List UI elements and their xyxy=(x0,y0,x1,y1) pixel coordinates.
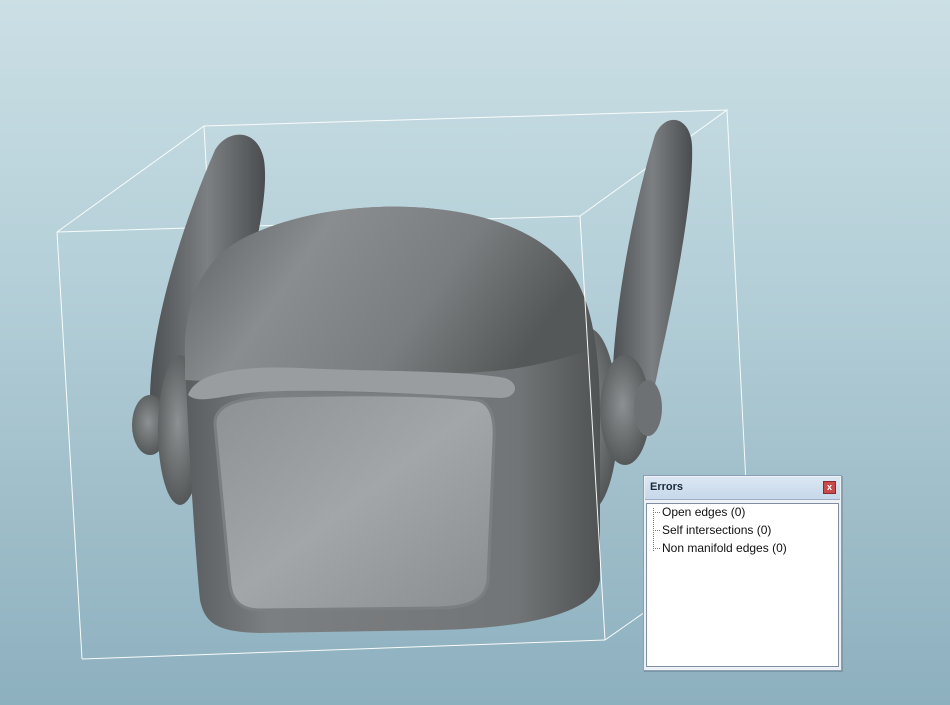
error-item-non-manifold-edges[interactable]: Non manifold edges (0) xyxy=(653,540,787,557)
error-item-self-intersections[interactable]: Self intersections (0) xyxy=(653,522,772,539)
errors-list: Open edges (0) Self intersections (0) No… xyxy=(646,503,839,667)
error-item-label: Self intersections (0) xyxy=(662,523,772,537)
error-item-label: Non manifold edges (0) xyxy=(662,541,787,555)
error-item-label: Open edges (0) xyxy=(662,505,746,519)
errors-titlebar[interactable]: Errors x xyxy=(645,477,840,500)
close-button[interactable]: x xyxy=(823,481,836,494)
error-item-open-edges[interactable]: Open edges (0) xyxy=(653,504,746,521)
errors-title: Errors xyxy=(650,481,684,493)
errors-panel: Errors x Open edges (0) Self intersectio… xyxy=(643,475,842,671)
helmet-body xyxy=(184,206,600,633)
